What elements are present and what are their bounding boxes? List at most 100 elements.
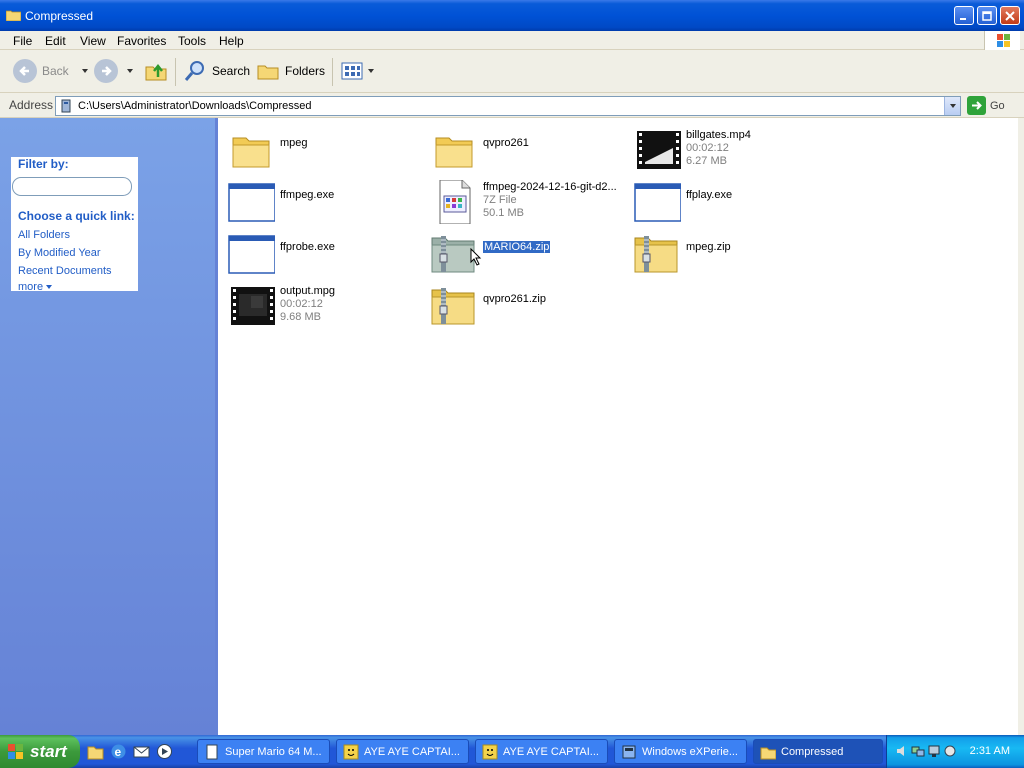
menu-file[interactable]: File [13, 34, 32, 48]
task-pane: Filter by: Choose a quick link: All Fold… [0, 118, 215, 735]
folder-icon [435, 137, 473, 168]
back-label: Back [42, 64, 69, 78]
menu-favorites[interactable]: Favorites [117, 34, 166, 48]
file-size: 50.1 MB [483, 207, 524, 219]
menu-tools[interactable]: Tools [178, 34, 206, 48]
file-item-billgates[interactable]: billgates.mp4 00:02:12 6.27 MB [627, 125, 827, 175]
quick-link-all-folders[interactable]: All Folders [18, 229, 70, 241]
quick-link-more[interactable]: more [18, 281, 53, 293]
app-icon [622, 745, 636, 758]
internet-explorer-icon[interactable]: e [110, 743, 127, 760]
menu-view[interactable]: View [80, 34, 106, 48]
file-name: qvpro261.zip [483, 293, 546, 305]
file-name: ffprobe.exe [280, 241, 335, 253]
toolbar: Back Search Folders [0, 50, 1024, 93]
forward-button[interactable] [94, 58, 133, 84]
taskbar-item-super-mario[interactable]: Super Mario 64 M... [197, 739, 330, 764]
views-button[interactable] [341, 58, 374, 84]
folder-icon [232, 137, 270, 168]
views-dropdown-icon[interactable] [368, 69, 374, 73]
forward-arrow-icon [94, 59, 118, 83]
filter-label: Filter by: [18, 157, 69, 171]
file-duration: 00:02:12 [686, 142, 729, 154]
file-size: 6.27 MB [686, 155, 727, 167]
back-dropdown-icon[interactable] [81, 69, 88, 73]
clock[interactable]: 2:31 AM [970, 745, 1010, 757]
archive-7z-icon [439, 180, 471, 224]
more-label: more [18, 281, 44, 293]
file-item-qvpro261-zip[interactable]: qvpro261.zip [424, 281, 624, 331]
search-label: Search [212, 64, 251, 78]
media-player-icon[interactable] [156, 743, 173, 760]
taskbar: start e Super Mario 64 M... AYE AYE CAPT… [0, 735, 1024, 768]
file-type: 7Z File [483, 194, 517, 206]
windows-flag-icon [997, 34, 1010, 47]
more-chevron-icon [46, 285, 53, 290]
minimize-icon [960, 17, 966, 20]
zip-folder-icon [431, 288, 475, 325]
windows-logo [984, 31, 1020, 50]
taskbar-item-aye-aye-1[interactable]: AYE AYE CAPTAI... [336, 739, 469, 764]
network-activity-icon[interactable] [927, 744, 941, 758]
file-item-ffmpeg-7z[interactable]: ffmpeg-2024-12-16-git-d2... 7Z File 50.1… [424, 177, 624, 227]
windows-flag-icon [8, 743, 23, 759]
show-desktop-icon[interactable] [87, 743, 104, 760]
file-size: 9.68 MB [280, 311, 321, 323]
up-folder-icon [145, 63, 167, 81]
security-icon[interactable] [943, 744, 957, 758]
search-icon [184, 61, 204, 81]
folder-icon [6, 10, 21, 21]
maximize-button[interactable] [977, 6, 997, 25]
file-name: billgates.mp4 [686, 129, 751, 141]
file-name: qvpro261 [483, 137, 529, 149]
computer-icon [61, 99, 71, 113]
filter-input[interactable] [12, 177, 132, 196]
views-icon [341, 62, 363, 80]
maximize-icon [982, 10, 992, 21]
menu-edit[interactable]: Edit [45, 34, 66, 48]
file-name: output.mpg [280, 285, 336, 297]
file-item-qvpro261[interactable]: qvpro261 [424, 125, 624, 175]
window-title: Compressed [25, 9, 94, 23]
address-field[interactable]: C:\Users\Administrator\Downloads\Compres… [55, 96, 961, 116]
file-item-output-mpg[interactable]: output.mpg 00:02:12 9.68 MB [221, 281, 421, 331]
file-item-mpeg[interactable]: mpeg [221, 125, 421, 175]
folder-icon [760, 747, 776, 759]
quick-link-heading: Choose a quick link: [18, 209, 135, 223]
outlook-express-icon[interactable] [133, 743, 150, 760]
zip-folder-icon [634, 236, 678, 273]
document-icon [206, 744, 218, 759]
up-folder-button[interactable] [144, 58, 168, 84]
go-button[interactable]: Go [967, 96, 1005, 115]
video-file-icon [637, 131, 681, 169]
folders-button[interactable]: Folders [256, 58, 325, 84]
file-item-mario64-zip[interactable]: MARIO64.zip [424, 229, 624, 279]
taskbar-item-label: Windows eXPerie... [642, 745, 738, 758]
minimize-button[interactable] [954, 6, 974, 25]
file-item-mpeg-zip[interactable]: mpeg.zip [627, 229, 827, 279]
application-icon [228, 235, 275, 274]
search-button[interactable]: Search [183, 58, 250, 84]
menu-help[interactable]: Help [219, 34, 244, 48]
address-dropdown-button[interactable] [944, 97, 960, 115]
network-icon[interactable] [911, 744, 925, 758]
file-item-ffplay-exe[interactable]: ffplay.exe [627, 177, 827, 227]
svg-text:e: e [115, 745, 122, 759]
file-name: ffplay.exe [686, 189, 733, 201]
file-item-ffprobe-exe[interactable]: ffprobe.exe [221, 229, 421, 279]
quick-link-recent-documents[interactable]: Recent Documents [18, 265, 112, 277]
taskbar-item-windows-experience[interactable]: Windows eXPerie... [614, 739, 747, 764]
back-button[interactable]: Back [13, 58, 88, 84]
file-name: mpeg.zip [686, 241, 731, 253]
close-button[interactable] [1000, 6, 1020, 25]
forward-dropdown-icon[interactable] [127, 69, 133, 73]
taskbar-item-aye-aye-2[interactable]: AYE AYE CAPTAI... [475, 739, 608, 764]
folders-icon [257, 65, 279, 80]
start-button[interactable]: start [0, 735, 80, 768]
file-item-ffmpeg-exe[interactable]: ffmpeg.exe [221, 177, 421, 227]
go-arrow-icon [967, 96, 986, 115]
quick-link-modified-year[interactable]: By Modified Year [18, 247, 101, 259]
volume-icon[interactable] [895, 744, 909, 758]
taskbar-item-compressed[interactable]: Compressed [753, 739, 883, 764]
taskbar-item-label: AYE AYE CAPTAI... [364, 745, 460, 758]
